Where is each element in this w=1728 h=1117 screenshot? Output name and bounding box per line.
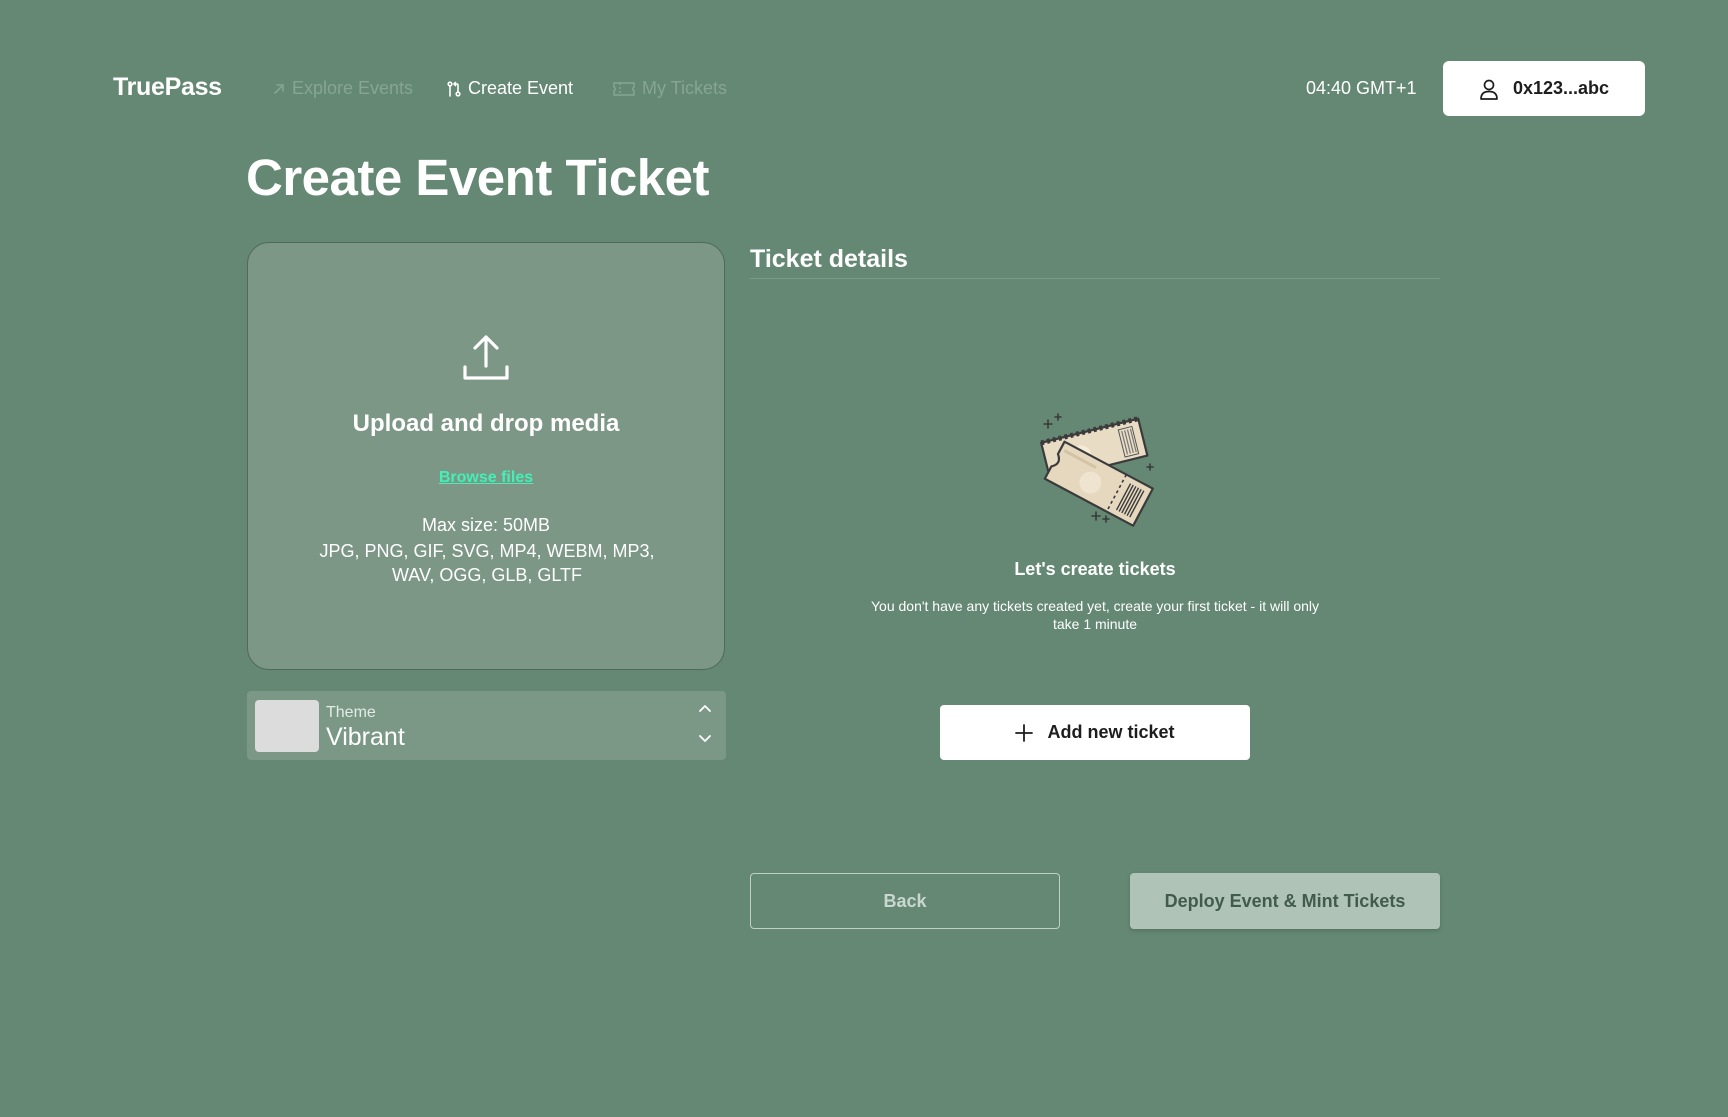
chevron-up-icon[interactable]	[698, 704, 712, 714]
theme-select[interactable]: Theme Vibrant	[247, 691, 726, 760]
add-new-ticket-button[interactable]: Add new ticket	[940, 705, 1250, 760]
wallet-address: 0x123...abc	[1512, 78, 1610, 98]
nav-create-event[interactable]: Create Event	[446, 78, 573, 99]
back-button[interactable]: Back	[750, 873, 1060, 929]
nav-my-tickets[interactable]: My Tickets	[612, 78, 727, 99]
theme-swatch	[255, 700, 319, 752]
media-upload-dropzone[interactable]: Upload and drop media Browse files Max s…	[247, 242, 725, 670]
nav-explore-events[interactable]: Explore Events	[272, 78, 413, 99]
git-pull-request-icon	[447, 80, 461, 97]
ticket-details-heading: Ticket details	[750, 245, 908, 273]
upload-title: Upload and drop media	[352, 410, 620, 437]
app-logo[interactable]: TruePass	[113, 73, 222, 102]
wallet-button[interactable]: 0x123...abc	[1443, 61, 1645, 116]
theme-label: Theme	[326, 704, 376, 721]
supported-formats-text: JPG, PNG, GIF, SVG, MP4, WEBM, MP3, WAV,…	[319, 541, 655, 585]
deploy-event-button[interactable]: Deploy Event & Mint Tickets	[1130, 873, 1440, 929]
arrow-up-right-icon	[274, 83, 284, 94]
browse-files-link[interactable]: Browse files	[439, 469, 533, 486]
nav-label: Create Event	[468, 78, 574, 98]
add-ticket-label: Add new ticket	[1047, 722, 1175, 742]
nav-label: Explore Events	[292, 78, 414, 98]
empty-state-description: You don't have any tickets created yet, …	[870, 598, 1320, 632]
empty-state-title: Let's create tickets	[1014, 559, 1176, 579]
page-title: Create Event Ticket	[246, 149, 709, 206]
nav-label: My Tickets	[642, 78, 728, 98]
section-divider	[750, 278, 1440, 279]
chevron-down-icon[interactable]	[698, 733, 712, 743]
tickets-illustration-icon	[1040, 413, 1154, 527]
max-size-text: Max size: 50MB	[421, 515, 551, 535]
upload-icon	[463, 335, 509, 380]
user-icon	[1480, 79, 1498, 100]
plus-icon	[1015, 723, 1034, 742]
clock-display: 04:40 GMT+1	[1306, 78, 1417, 98]
theme-value: Vibrant	[326, 723, 405, 751]
ticket-icon	[613, 81, 635, 96]
